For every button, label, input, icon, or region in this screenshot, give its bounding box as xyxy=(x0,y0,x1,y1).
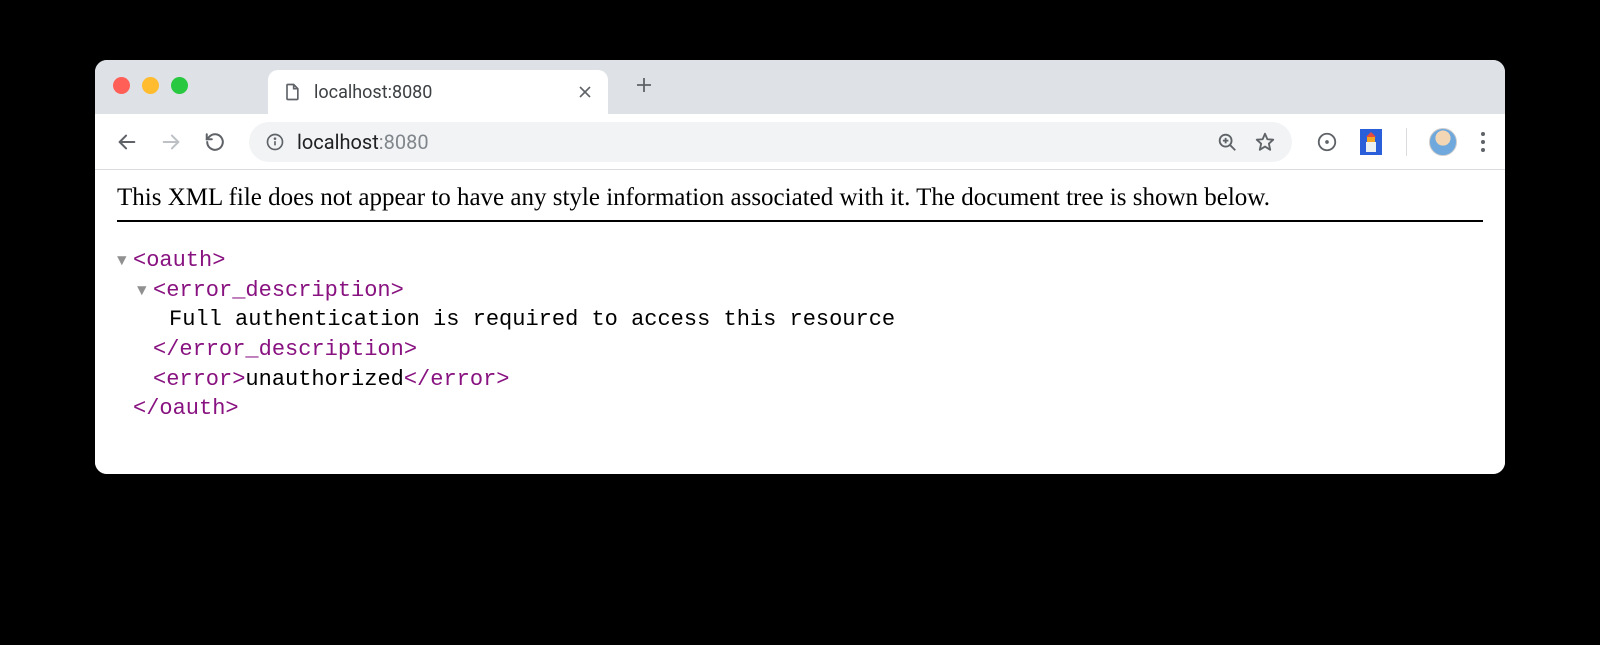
xml-style-notice: This XML file does not appear to have an… xyxy=(117,184,1483,222)
reload-button[interactable] xyxy=(197,124,233,160)
window-zoom-button[interactable] xyxy=(171,77,188,94)
xml-tag: <error_description> xyxy=(153,278,404,303)
disclosure-triangle-icon[interactable]: ▼ xyxy=(117,251,133,273)
site-info-icon[interactable] xyxy=(265,132,285,152)
xml-tag: </error_description> xyxy=(153,337,417,362)
xml-tag: </oauth> xyxy=(133,396,239,421)
xml-text-error: unauthorized xyxy=(245,367,403,392)
url-port: :8080 xyxy=(379,130,429,154)
disclosure-triangle-icon[interactable]: ▼ xyxy=(137,281,153,303)
tab-strip: localhost:8080 xyxy=(95,60,1505,114)
profile-avatar[interactable] xyxy=(1429,128,1457,156)
new-tab-button[interactable] xyxy=(626,67,662,103)
browser-toolbar: localhost:8080 xyxy=(95,114,1505,170)
browser-tab[interactable]: localhost:8080 xyxy=(268,70,608,114)
xml-tag: <oauth> xyxy=(133,248,225,273)
page-viewport: This XML file does not appear to have an… xyxy=(95,170,1505,474)
back-button[interactable] xyxy=(109,124,145,160)
window-close-button[interactable] xyxy=(113,77,130,94)
tab-title: localhost:8080 xyxy=(314,82,564,103)
bookmark-star-icon[interactable] xyxy=(1254,131,1276,153)
file-icon xyxy=(282,82,302,102)
toolbar-extensions xyxy=(1314,128,1491,156)
xml-text-error-description: Full authentication is required to acces… xyxy=(169,305,1483,335)
lighthouse-extension-icon[interactable] xyxy=(1358,129,1384,155)
browser-window: localhost:8080 xyxy=(95,60,1505,474)
xml-node-error: <error>unauthorized</error> xyxy=(153,365,1483,395)
xml-node-oauth-close: </oauth> xyxy=(133,394,1483,424)
toolbar-separator xyxy=(1406,128,1407,156)
forward-button[interactable] xyxy=(153,124,189,160)
window-minimize-button[interactable] xyxy=(142,77,159,94)
xml-node-oauth-open: ▼<oauth> xyxy=(117,246,1483,276)
url-host: localhost xyxy=(297,130,379,154)
window-traffic-lights xyxy=(113,77,188,94)
xml-node-error-description-open: ▼<error_description> xyxy=(137,276,1483,306)
xml-tag: </error> xyxy=(404,367,510,392)
xml-tree: ▼<oauth> ▼<error_description> Full authe… xyxy=(117,246,1483,424)
xml-node-error-description-close: </error_description> xyxy=(153,335,1483,365)
address-bar[interactable]: localhost:8080 xyxy=(249,122,1292,162)
extension-icon-1[interactable] xyxy=(1314,129,1340,155)
url-text: localhost:8080 xyxy=(297,130,429,154)
tab-close-button[interactable] xyxy=(576,83,594,101)
zoom-icon[interactable] xyxy=(1216,131,1238,153)
browser-menu-button[interactable] xyxy=(1475,132,1491,152)
xml-tag: <error> xyxy=(153,367,245,392)
